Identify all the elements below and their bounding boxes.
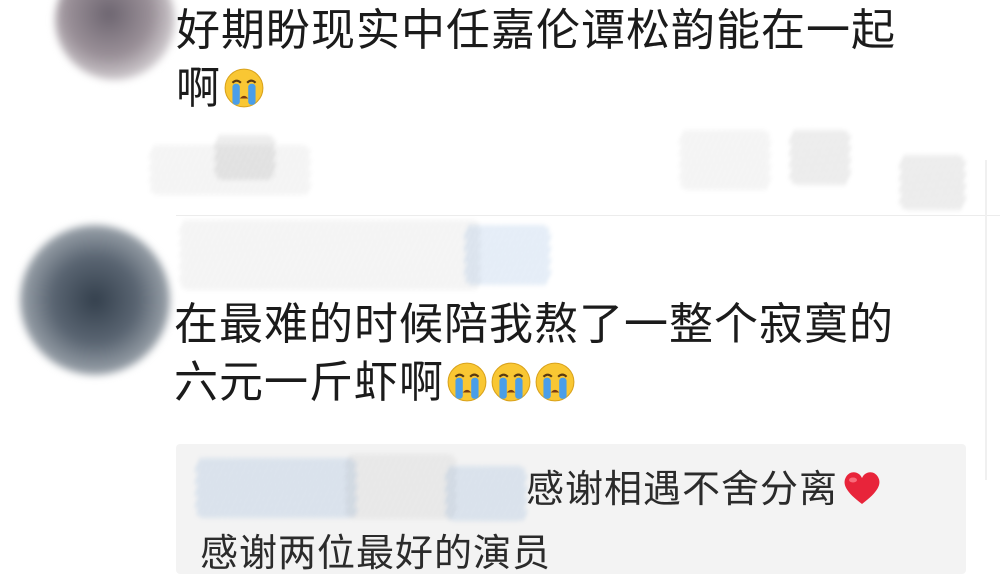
redacted-metadata xyxy=(790,130,850,185)
comment-line: 好期盼现实中任嘉伦谭松韵能在一起 xyxy=(176,5,896,56)
crying-face-emoji-icon xyxy=(491,362,531,402)
blurred-avatar[interactable] xyxy=(55,0,175,80)
comment-line: 啊 xyxy=(176,63,221,114)
reply-text: 感谢两位最好的演员 xyxy=(200,531,552,575)
redacted-username xyxy=(180,220,480,290)
comment-text: 好期盼现实中任嘉伦谭松韵能在一起 啊 xyxy=(176,2,976,118)
scroll-track xyxy=(985,160,987,480)
comment-line: 在最难的时候陪我熬了一整个寂寞的 xyxy=(174,299,894,350)
redacted-username xyxy=(465,225,550,285)
comment-line-with-emoji: 啊 xyxy=(176,60,976,118)
crying-face-emoji-icon xyxy=(535,362,575,402)
reply-text: 感谢相遇不舍分离 xyxy=(526,467,839,511)
blurred-avatar[interactable] xyxy=(20,225,170,375)
comment-line: 六元一斤虾啊 xyxy=(174,357,444,408)
reply-preview-box[interactable]: 感谢相遇不舍分离 感谢两位最好的演员 xyxy=(176,444,966,575)
red-heart-icon xyxy=(844,472,880,504)
comment-line-with-emoji: 六元一斤虾啊 xyxy=(174,354,974,412)
crying-face-emoji-icon xyxy=(447,362,487,402)
redacted-metadata xyxy=(680,130,770,190)
redacted-metadata xyxy=(215,135,275,180)
redacted-metadata xyxy=(900,155,965,210)
crying-face-emoji-icon xyxy=(224,68,264,108)
reply-text-line: 感谢相遇不舍分离 xyxy=(526,464,882,514)
redacted-reply-username xyxy=(446,466,526,521)
comment-divider xyxy=(176,215,1000,216)
comment-text: 在最难的时候陪我熬了一整个寂寞的 六元一斤虾啊 xyxy=(174,296,974,412)
redacted-reply-username xyxy=(196,458,356,518)
redacted-reply-username xyxy=(346,454,456,519)
